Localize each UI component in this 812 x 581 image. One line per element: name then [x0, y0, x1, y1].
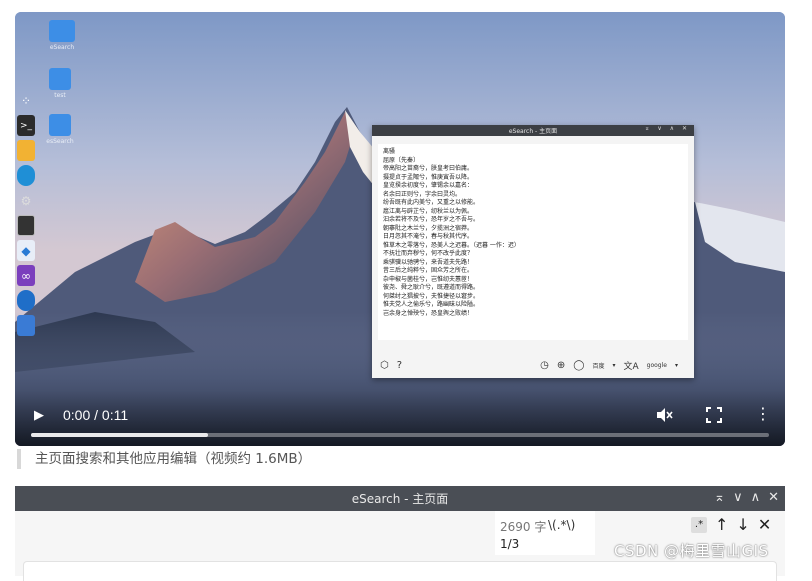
text-line: 离骚	[383, 148, 396, 155]
inner-toolbar: ⬡ ? ◷ ⊕ ◯ 百度 ▾ 文A google ▾	[372, 352, 694, 378]
desktop-icon-label: esSearch	[46, 138, 74, 145]
visual-studio-icon[interactable]: ∞	[17, 265, 35, 286]
text-line: 扈江离与辟芷兮，纫秋兰以为佩。	[383, 207, 474, 215]
text-line: 汩余若将不及兮，恐年岁之不吾与。	[383, 216, 480, 223]
app-icon[interactable]	[49, 114, 71, 136]
window-title: eSearch - 主页面	[351, 492, 449, 506]
more-vertical-icon[interactable]: ⋮	[755, 404, 771, 424]
files-icon[interactable]	[17, 140, 35, 161]
video-caption: 主页面搜索和其他应用编辑（视频约 1.6MB）	[17, 449, 311, 469]
video-player[interactable]: eSearch test esSearch ⁘ >_ ⚙ ◆ ∞ eSearch…	[15, 12, 785, 446]
inner-title-bar[interactable]: eSearch - 主页面 ⌅ ∨ ∧ ✕	[372, 125, 694, 136]
fullscreen-icon[interactable]	[705, 406, 723, 424]
inner-window-controls[interactable]: ⌅ ∨ ∧ ✕	[644, 125, 690, 132]
text-line: 摄提贞于孟陬兮，惟庚寅吾以降。	[383, 173, 474, 181]
find-panel: 2690 字 \(.*\) 1/3	[495, 511, 595, 555]
watermark: CSDN @梅里雪山GIS	[614, 542, 769, 560]
text-line: 何桀纣之猖披兮，夫惟捷径以窘步。	[383, 292, 480, 300]
translate-icon[interactable]: 文A	[623, 359, 638, 372]
desktop-icon-label: test	[54, 92, 66, 99]
progress-fill	[31, 433, 209, 437]
camera-icon[interactable]	[17, 315, 35, 336]
history-icon[interactable]: ◷	[540, 360, 549, 371]
globe-icon[interactable]: ⊕	[557, 360, 565, 371]
text-line: 朝搴阰之木兰兮，夕揽洲之宿莽。	[383, 224, 474, 232]
play-icon[interactable]: ▶	[34, 408, 48, 424]
window-controls: ⌅ ∨ ∧ ✕	[714, 490, 779, 505]
text-line: 岂余身之惮殃兮，恐皇舆之败绩！	[383, 309, 474, 317]
pin-icon[interactable]: ⌅	[714, 490, 725, 505]
text-line: 不抚壮而弃秽兮，何不改乎此度？	[383, 250, 474, 257]
esearch-window: eSearch - 主页面 ⌅ ∨ ∧ ✕ 2690 字 \(.*\) 1/3 …	[15, 486, 785, 581]
search-icon[interactable]	[17, 290, 35, 311]
text-line: 昔三后之纯粹兮，固众芳之所在。	[383, 267, 474, 274]
monitor-icon[interactable]	[17, 215, 35, 236]
text-line: 屈原〔先秦〕	[383, 156, 420, 164]
arrow-down-icon[interactable]: ↓	[736, 515, 749, 534]
chevron-down-icon[interactable]: ▾	[675, 362, 678, 369]
edge-icon[interactable]	[17, 165, 35, 186]
volume-muted-icon[interactable]	[655, 406, 673, 424]
desktop-icon-label: eSearch	[49, 44, 75, 51]
search-icon[interactable]: ◯	[573, 360, 584, 371]
text-line: 杂申椒与菌桂兮，岂惟纫夫蕙茝！	[383, 275, 474, 283]
app-icon[interactable]	[49, 68, 71, 90]
char-count: 2690 字	[500, 520, 547, 534]
translate-engine-select[interactable]: google	[647, 362, 667, 369]
search-engine-select[interactable]: 百度	[592, 361, 604, 370]
text-line: 乘骐骥以驰骋兮，来吾道夫先路！	[383, 258, 474, 266]
text-line: 彼尧、舜之耿介兮，既遵道而得路。	[383, 284, 480, 291]
close-icon[interactable]: ✕	[758, 515, 771, 534]
apps-icon[interactable]: ⁘	[17, 90, 35, 111]
time-display: 0:00 / 0:11	[63, 407, 129, 423]
inner-window-title: eSearch - 主页面	[508, 128, 558, 135]
vscode-icon[interactable]: ◆	[17, 240, 35, 261]
maximize-icon[interactable]: ∧	[751, 490, 761, 505]
regex-toggle[interactable]: .*	[691, 516, 707, 533]
terminal-icon[interactable]: >_	[17, 115, 35, 136]
settings-icon[interactable]: ⚙	[17, 190, 35, 211]
help-icon[interactable]: ?	[397, 360, 402, 371]
close-icon[interactable]: ✕	[768, 490, 779, 505]
text-line: 日月忽其不淹兮，春与秋其代序。	[383, 233, 474, 240]
text-line: 名余曰正则兮，字余曰灵均。	[383, 190, 462, 198]
find-tools: .* ↑ ↓ ✕	[691, 515, 771, 534]
text-line: 皇览揆余初度兮，肇锡余以嘉名：	[383, 182, 474, 189]
inner-esearch-window: eSearch - 主页面 ⌅ ∨ ∧ ✕ 离骚 屈原〔先秦〕 帝高阳之苗裔兮，…	[372, 125, 694, 378]
match-position: 1/3	[500, 537, 520, 551]
text-line: 帝高阳之苗裔兮，朕皇考曰伯庸。	[383, 165, 474, 172]
cube-icon[interactable]: ⬡	[380, 360, 389, 371]
text-line: 惟草木之零落兮，恐美人之迟暮。（迟暮 一作：迟）	[383, 241, 520, 249]
text-line: 惟夫党人之偷乐兮，路幽昧以险隘。	[383, 301, 480, 308]
progress-bar[interactable]	[31, 433, 769, 437]
minimize-icon[interactable]: ∨	[733, 490, 743, 505]
arrow-up-icon[interactable]: ↑	[715, 515, 728, 534]
find-input[interactable]: \(.*\)	[548, 518, 575, 532]
title-bar[interactable]: eSearch - 主页面 ⌅ ∨ ∧ ✕	[15, 486, 785, 511]
launcher-dock: ⁘ >_ ⚙ ◆ ∞	[17, 90, 37, 336]
inner-text-editor[interactable]: 离骚 屈原〔先秦〕 帝高阳之苗裔兮，朕皇考曰伯庸。 摄提贞于孟陬兮，惟庚寅吾以降…	[378, 144, 688, 340]
folder-icon[interactable]	[49, 20, 75, 42]
text-editor[interactable]	[23, 561, 777, 581]
chevron-down-icon[interactable]: ▾	[612, 362, 615, 369]
video-controls: ▶ 0:00 / 0:11 ⋮	[15, 390, 785, 446]
text-line: 纷吾既有此内美兮，又重之以修能。	[383, 199, 480, 206]
